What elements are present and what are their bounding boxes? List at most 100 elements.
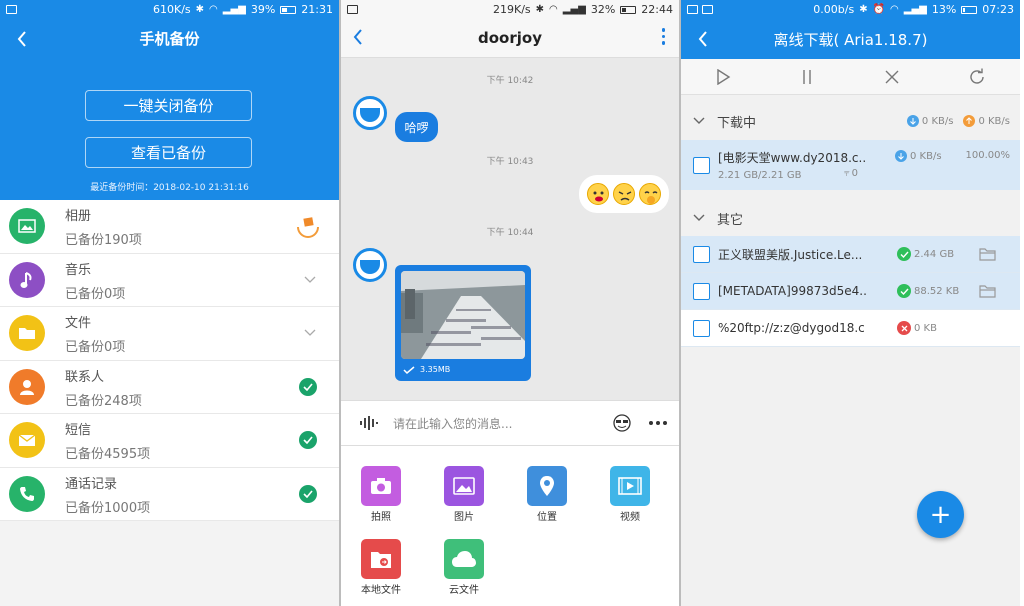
- tool-cloud-file[interactable]: 云文件: [434, 539, 494, 597]
- play-icon[interactable]: [715, 68, 731, 85]
- back-button[interactable]: [353, 29, 363, 49]
- backup-list: 相册 已备份190项 音乐 已备份0项 文件 已备份0项 联系人 已备份248项…: [0, 200, 339, 521]
- offline-download-panel: 0.00b/s ✱ ⏰ ◠ ▂▄▆ 13% 07:23 离线下载( Aria1.…: [681, 0, 1020, 606]
- tool-picture[interactable]: 图片: [434, 466, 494, 524]
- tool-label: 视频: [620, 512, 640, 523]
- backup-row[interactable]: 文件 已备份0项: [0, 307, 339, 361]
- chevron-down-icon[interactable]: [303, 325, 317, 339]
- backup-row[interactable]: 相册 已备份190项: [0, 200, 339, 254]
- contact-avatar: [353, 96, 387, 130]
- success-icon: [897, 284, 911, 298]
- battery-icon: [961, 5, 978, 14]
- backup-item-status: 已备份0项: [65, 340, 126, 356]
- upload-speed-icon: [963, 115, 976, 127]
- bluetooth-icon: ✱: [859, 4, 868, 15]
- backup-row[interactable]: 通话记录 已备份1000项: [0, 468, 339, 521]
- download-item[interactable]: %20ftp://z:z@dygod18.c... 0 KB: [681, 310, 1020, 347]
- backup-panel: 610K/s ✱ ◠ ▂▄▆ 39% 21:31 手机备份 一键关闭备份 查看已…: [0, 0, 339, 606]
- message-input[interactable]: 请在此输入您的消息...: [393, 415, 613, 432]
- download-item-active[interactable]: [电影天堂www.dy2018.c... 2.21 GB/2.21 GB 0 K…: [681, 140, 1020, 190]
- back-button[interactable]: [12, 29, 32, 49]
- download-speed: 0 KB/s: [910, 150, 942, 162]
- backup-row[interactable]: 短信 已备份4595项: [0, 414, 339, 468]
- backup-header: 610K/s ✱ ◠ ▂▄▆ 39% 21:31 手机备份 一键关闭备份 查看已…: [0, 0, 339, 200]
- tool-label: 位置: [537, 512, 557, 523]
- select-checkbox[interactable]: [693, 156, 710, 174]
- download-item[interactable]: 正义联盟美版.Justice.Le... 2.44 GB: [681, 236, 1020, 273]
- file-size: 0 KB: [914, 322, 937, 334]
- image-size: 3.35MB: [420, 365, 451, 374]
- image-message-bubble[interactable]: 3.35MB: [395, 265, 531, 381]
- emoji-icon: [613, 183, 635, 205]
- folder-icon: [9, 315, 45, 352]
- phone-icon: [9, 475, 45, 512]
- gallery-notification-icon: [687, 5, 698, 14]
- gallery-notification-icon: [6, 5, 17, 14]
- message-input-bar: 请在此输入您的消息...: [341, 400, 679, 446]
- more-options-icon[interactable]: [649, 421, 667, 425]
- close-backup-button[interactable]: 一键关闭备份: [85, 90, 252, 121]
- backup-item-name: 通话记录: [65, 476, 118, 492]
- backup-item-status: 已备份4595项: [65, 447, 151, 463]
- backup-row[interactable]: 音乐 已备份0项: [0, 254, 339, 307]
- network-speed: 610K/s: [152, 3, 191, 16]
- add-download-button[interactable]: +: [917, 491, 964, 538]
- emoji-picker-icon[interactable]: [613, 414, 631, 432]
- last-backup-time: 最近备份时间：2018-02-10 21:31:16: [90, 183, 249, 193]
- person-icon: [9, 368, 45, 405]
- clock: 21:31: [301, 3, 333, 16]
- backup-item-name: 音乐: [65, 262, 92, 278]
- wifi-icon: ◠: [209, 4, 218, 15]
- chat-header: doorjoy: [341, 19, 679, 58]
- backup-item-name: 文件: [65, 316, 92, 332]
- backup-item-status: 已备份0项: [65, 286, 126, 302]
- timestamp: 下午 10:43: [486, 157, 534, 167]
- bluetooth-icon: ✱: [195, 4, 205, 15]
- file-name: 正义联盟美版.Justice.Le...: [718, 247, 863, 262]
- voice-wave-icon[interactable]: [359, 415, 379, 431]
- page-title: 离线下载( Aria1.18.7): [773, 30, 928, 49]
- backup-row[interactable]: 联系人 已备份248项: [0, 361, 339, 414]
- section-label: 其它: [717, 212, 744, 228]
- bluetooth-icon: ✱: [535, 4, 545, 15]
- tool-label: 拍照: [371, 512, 391, 523]
- open-folder-icon[interactable]: [979, 247, 996, 261]
- tool-label: 云文件: [449, 585, 479, 596]
- battery-percent: 32%: [590, 3, 616, 16]
- download-item[interactable]: [METADATA]99873d5e4... 88.52 KB: [681, 273, 1020, 310]
- file-name: [METADATA]99873d5e4...: [718, 284, 866, 298]
- music-icon: [9, 261, 45, 298]
- tool-local-file[interactable]: 本地文件: [351, 539, 411, 597]
- other-download-list: 正义联盟美版.Justice.Le... 2.44 GB [METADATA]9…: [681, 236, 1020, 347]
- close-icon[interactable]: [884, 69, 900, 85]
- open-folder-icon[interactable]: [979, 284, 996, 298]
- local-file-icon: [361, 539, 401, 579]
- message-bubble[interactable]: 哈啰: [395, 112, 438, 142]
- pause-icon[interactable]: [799, 69, 815, 85]
- tool-label: 本地文件: [361, 585, 401, 596]
- downloading-section-header[interactable]: 下载中 0 KB/s 0 KB/s: [681, 102, 1020, 140]
- tool-video[interactable]: 视频: [600, 466, 660, 524]
- gallery-notification-icon: [347, 5, 358, 14]
- battery-percent: 13%: [931, 3, 957, 16]
- chevron-down-icon[interactable]: [303, 272, 317, 286]
- select-checkbox[interactable]: [693, 282, 710, 300]
- tool-location[interactable]: 位置: [517, 466, 577, 524]
- signal-icon: ▂▄▆: [222, 4, 246, 15]
- check-icon: [299, 484, 317, 503]
- error-icon: [897, 321, 911, 335]
- emoji-message-bubble[interactable]: [579, 175, 669, 213]
- gallery-notification-icon: [702, 5, 713, 14]
- page-title: 手机备份: [139, 30, 200, 48]
- other-section-header[interactable]: 其它: [681, 200, 1020, 236]
- select-checkbox[interactable]: [693, 245, 710, 263]
- tool-camera[interactable]: 拍照: [351, 466, 411, 524]
- view-backup-button[interactable]: 查看已备份: [85, 137, 252, 168]
- snow-photo-thumbnail[interactable]: [401, 271, 525, 359]
- backup-item-status: 已备份190项: [65, 233, 142, 249]
- refresh-icon[interactable]: [968, 68, 986, 86]
- select-checkbox[interactable]: [693, 319, 710, 337]
- more-menu-icon[interactable]: [661, 28, 665, 45]
- attachment-panel: 拍照 图片 位置 视频 本地文件 云文件: [341, 446, 679, 606]
- success-icon: [897, 247, 911, 261]
